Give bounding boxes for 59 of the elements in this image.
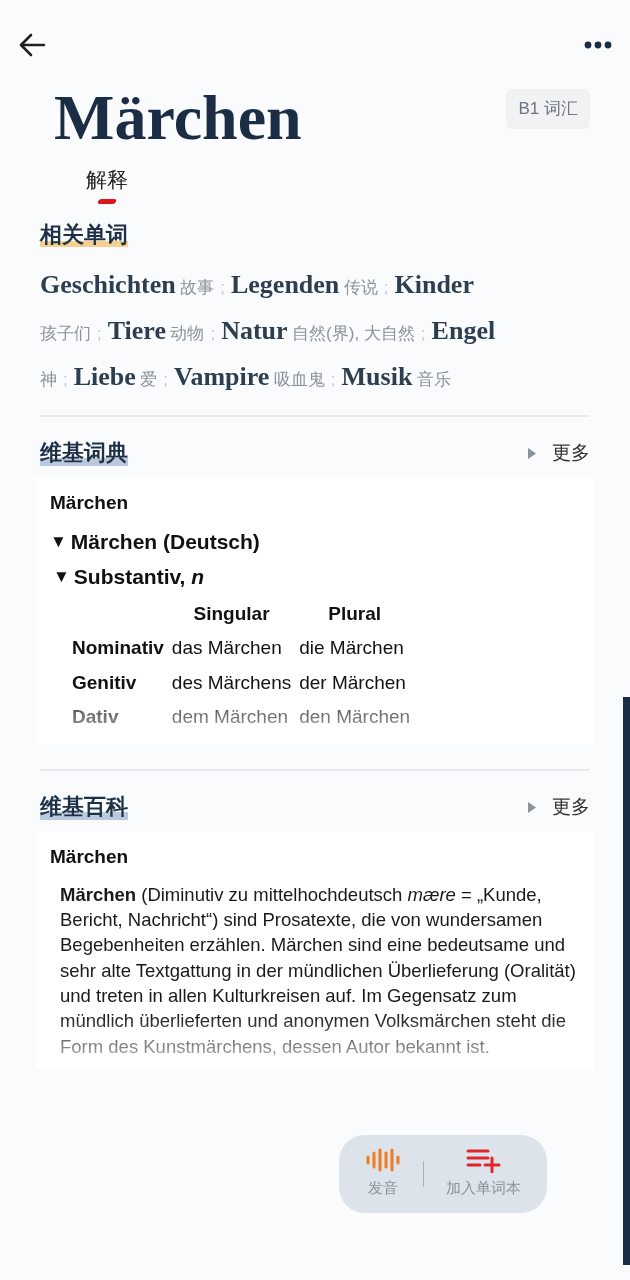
back-arrow-icon[interactable]: [18, 32, 46, 58]
collapse-triangle-icon[interactable]: ▼: [53, 564, 70, 590]
word-meaning: 爱: [140, 369, 158, 389]
related-word-link[interactable]: Musik: [341, 361, 413, 391]
collapsible-heading[interactable]: Märchen (Deutsch): [70, 525, 260, 558]
separator: ;: [210, 323, 216, 343]
section-heading: 维基词典: [40, 440, 128, 466]
word-meaning: 吸血鬼: [273, 369, 325, 389]
separator: ;: [420, 323, 426, 343]
more-link[interactable]: 更多: [552, 792, 590, 822]
more-link[interactable]: 更多: [552, 438, 590, 468]
table-cell-text: der Märchen: [298, 670, 407, 695]
add-to-list-icon: [466, 1149, 500, 1174]
table-cell-text: Dativ: [71, 705, 120, 730]
table-cell-text: Nominativ: [71, 636, 165, 661]
related-word-link[interactable]: Kinder: [394, 269, 474, 299]
separator: ;: [163, 369, 169, 389]
related-word-link[interactable]: Liebe: [73, 361, 136, 391]
word-meaning: 传说: [343, 277, 378, 297]
table-cell-text: das Märchen: [170, 636, 283, 661]
word-meaning: 孩子们: [40, 323, 91, 343]
scrollbar[interactable]: [623, 697, 630, 1265]
word-meaning: 动物: [170, 323, 205, 343]
collapsible-heading[interactable]: Substantiv, n: [73, 561, 205, 593]
article-paragraph: Märchen (Diminutiv zu mittelhochdeutsch mære = „Kunde, Bericht, Nachricht“) sind Prosatexte, die von wundersamen Begebenheiten erzählen. Märchen sind eine bedeutsame und sehr alte Textgattung in der mündlichen Überlieferung (Oralität) und treten in allen Kulturkreisen auf. Im Gegensatz zum mündlich überlieferten und anonymen Volksmärchen steht die Form des Kunstmärchens, dessen Autor bekannt ist.: [60, 882, 577, 1059]
related-word-link[interactable]: Geschichten: [40, 269, 176, 299]
related-word-link[interactable]: Engel: [431, 315, 496, 345]
section-heading: 相关单词: [40, 221, 128, 247]
separator: ;: [97, 323, 102, 343]
more-options-icon[interactable]: [584, 40, 612, 50]
related-word-link[interactable]: Natur: [221, 315, 288, 345]
expand-triangle-icon: [528, 801, 536, 813]
separator: ;: [383, 277, 389, 297]
collapse-triangle-icon[interactable]: ▼: [50, 528, 67, 555]
section-heading: 维基百科: [40, 794, 128, 820]
table-cell-text: dem Märchen: [170, 705, 290, 730]
table-cell-text: des Märchens: [170, 670, 293, 695]
table-cell-text: den Märchen: [298, 705, 412, 730]
entry-title: Märchen: [50, 491, 130, 516]
level-tag: B1 词汇: [506, 89, 590, 129]
word-meaning: 神: [40, 369, 57, 389]
table-cell-text: die Märchen: [298, 636, 405, 661]
related-word-link[interactable]: Legenden: [230, 269, 340, 299]
word-meaning: 故事: [180, 277, 215, 297]
separator: ;: [63, 369, 68, 389]
headword: Märchen: [54, 86, 302, 150]
tab[interactable]: 解释: [86, 164, 128, 204]
word-meaning: 自然(界), 大自然: [292, 323, 415, 343]
word-meaning: 音乐: [416, 369, 451, 389]
related-word-link[interactable]: Vampire: [174, 361, 270, 391]
column-header: Plural: [327, 601, 383, 626]
expand-triangle-icon: [528, 447, 536, 459]
separator: ;: [220, 277, 225, 297]
column-header: Singular: [192, 601, 271, 626]
related-word-link[interactable]: Tiere: [107, 315, 166, 345]
table-cell-text: Genitiv: [71, 670, 138, 695]
entry-title: Märchen: [50, 845, 130, 870]
sound-wave-icon: [366, 1148, 399, 1172]
separator: ;: [330, 369, 336, 389]
